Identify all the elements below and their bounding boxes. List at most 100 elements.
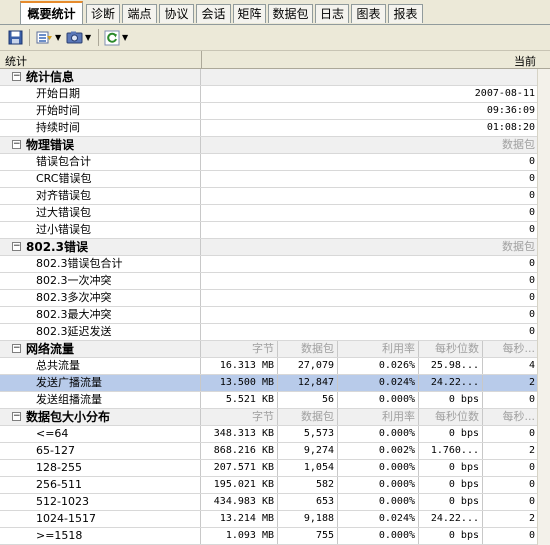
- section-8023-errors[interactable]: −802.3错误 数据包: [0, 239, 550, 256]
- save-button[interactable]: [8, 29, 23, 46]
- row-label: 总共流量: [36, 359, 80, 372]
- cell-bps: 0 bps: [419, 477, 483, 493]
- table-row[interactable]: 对齐错误包 0: [0, 188, 550, 205]
- stats-grid: − 统计信息 开始日期 2007-08-11 开始时间 09:36:09 持续时间…: [0, 69, 550, 545]
- cell-pps: 0: [528, 462, 535, 473]
- row-label: >=1518: [36, 529, 83, 542]
- row-value: 0: [528, 258, 535, 269]
- cell-bytes: 16.313 MB: [202, 358, 278, 374]
- cell-packets: 653: [278, 494, 338, 510]
- row-value: 0: [528, 224, 535, 235]
- vertical-scrollbar[interactable]: [537, 69, 550, 545]
- cell-bps: 25.98...: [419, 358, 483, 374]
- column-header-pps: 每秒...: [502, 342, 536, 355]
- snapshot-button[interactable]: ▼: [66, 29, 91, 46]
- table-row[interactable]: <=64 348.313 KB 5,573 0.000% 0 bps 0: [0, 426, 550, 443]
- cell-utilization: 0.024%: [338, 375, 419, 391]
- cell-bps: 24.22...: [419, 511, 483, 527]
- section-title: 802.3错误: [26, 240, 88, 254]
- row-label: 1024-1517: [36, 512, 96, 525]
- tab-summary-stats[interactable]: 概要统计: [20, 1, 83, 24]
- collapse-icon[interactable]: −: [12, 242, 21, 251]
- cell-utilization: 0.026%: [338, 358, 419, 374]
- cell-packets: 1,054: [278, 460, 338, 476]
- section-title: 数据包大小分布: [26, 410, 111, 424]
- column-header-bps: 每秒位数: [419, 341, 483, 357]
- cell-bytes: 1.093 MB: [202, 528, 278, 544]
- tab-matrix[interactable]: 矩阵: [233, 4, 266, 23]
- tab-charts[interactable]: 图表: [351, 4, 386, 23]
- cell-packets: 9,188: [278, 511, 338, 527]
- tab-packets[interactable]: 数据包: [268, 4, 313, 23]
- cell-utilization: 0.000%: [338, 460, 419, 476]
- section-packet-size-distribution[interactable]: − 数据包大小分布 字节 数据包 利用率 每秒位数 每秒...: [0, 409, 550, 426]
- table-row[interactable]: CRC错误包 0: [0, 171, 550, 188]
- table-row[interactable]: 1024-1517 13.214 MB 9,188 0.024% 24.22..…: [0, 511, 550, 528]
- table-row[interactable]: 65-127 868.216 KB 9,274 0.002% 1.760... …: [0, 443, 550, 460]
- column-header-current[interactable]: 当前: [514, 53, 536, 69]
- cell-bytes: 868.216 KB: [202, 443, 278, 459]
- table-row[interactable]: 802.3错误包合计 0: [0, 256, 550, 273]
- tab-endpoints[interactable]: 端点: [122, 4, 157, 23]
- table-row[interactable]: 开始时间 09:36:09: [0, 103, 550, 120]
- column-header: 统计 当前: [0, 51, 550, 69]
- table-row[interactable]: 持续时间 01:08:20: [0, 120, 550, 137]
- cell-packets: 582: [278, 477, 338, 493]
- table-row[interactable]: 512-1023 434.983 KB 653 0.000% 0 bps 0: [0, 494, 550, 511]
- tab-conversations[interactable]: 会话: [196, 4, 231, 23]
- section-stats-info[interactable]: − 统计信息: [0, 69, 550, 86]
- table-row[interactable]: 发送组播流量 5.521 KB 56 0.000% 0 bps 0: [0, 392, 550, 409]
- section-network-traffic[interactable]: − 网络流量 字节 数据包 利用率 每秒位数 每秒...: [0, 341, 550, 358]
- save-icon: [8, 30, 23, 45]
- table-row-selected[interactable]: 发送广播流量 13.500 MB 12,847 0.024% 24.22... …: [0, 375, 550, 392]
- table-row[interactable]: 过大错误包 0: [0, 205, 550, 222]
- table-row[interactable]: 802.3一次冲突 0: [0, 273, 550, 290]
- table-row[interactable]: 总共流量 16.313 MB 27,079 0.026% 25.98... 4: [0, 358, 550, 375]
- cell-bytes: 348.313 KB: [202, 426, 278, 442]
- row-label: 开始时间: [36, 104, 80, 117]
- tab-diagnosis[interactable]: 诊断: [86, 4, 120, 23]
- table-row[interactable]: 错误包合计 0: [0, 154, 550, 171]
- row-label: 802.3错误包合计: [36, 257, 123, 270]
- column-select-button[interactable]: ▼: [36, 29, 61, 46]
- section-physical-errors[interactable]: − 物理错误 数据包: [0, 137, 550, 154]
- refresh-button[interactable]: ▼: [104, 29, 128, 46]
- column-header-bytes: 字节: [202, 409, 278, 425]
- cell-packets: 9,274: [278, 443, 338, 459]
- table-row[interactable]: >=1518 1.093 MB 755 0.000% 0 bps 0: [0, 528, 550, 545]
- table-row[interactable]: 802.3最大冲突 0: [0, 307, 550, 324]
- tab-reports[interactable]: 报表: [388, 4, 423, 23]
- table-row[interactable]: 开始日期 2007-08-11: [0, 86, 550, 103]
- tab-log[interactable]: 日志: [315, 4, 349, 23]
- row-label: 持续时间: [36, 121, 80, 134]
- row-label: 过小错误包: [36, 223, 91, 236]
- table-row[interactable]: 802.3延迟发送 0: [0, 324, 550, 341]
- cell-bytes: 207.571 KB: [202, 460, 278, 476]
- cell-utilization: 0.024%: [338, 511, 419, 527]
- table-row[interactable]: 128-255 207.571 KB 1,054 0.000% 0 bps 0: [0, 460, 550, 477]
- column-header-packets: 数据包: [278, 409, 338, 425]
- tab-protocols[interactable]: 协议: [159, 4, 194, 23]
- table-row[interactable]: 过小错误包 0: [0, 222, 550, 239]
- row-value: 01:08:20: [486, 122, 535, 133]
- cell-bytes: 13.214 MB: [202, 511, 278, 527]
- collapse-icon[interactable]: −: [12, 412, 21, 421]
- collapse-icon[interactable]: −: [12, 140, 21, 149]
- row-label: <=64: [36, 427, 69, 440]
- row-value: 09:36:09: [486, 105, 535, 116]
- cell-bytes: 5.521 KB: [202, 392, 278, 408]
- cell-packets: 27,079: [278, 358, 338, 374]
- cell-bps: 1.760...: [419, 443, 483, 459]
- cell-utilization: 0.000%: [338, 528, 419, 544]
- table-row[interactable]: 256-511 195.021 KB 582 0.000% 0 bps 0: [0, 477, 550, 494]
- row-label: 256-511: [36, 478, 82, 491]
- cell-pps: 2: [528, 445, 535, 456]
- cell-pps: 0: [528, 394, 535, 405]
- cell-bytes: 434.983 KB: [202, 494, 278, 510]
- collapse-icon[interactable]: −: [12, 344, 21, 353]
- collapse-icon[interactable]: −: [12, 72, 21, 81]
- column-header-stat[interactable]: 统计: [5, 53, 27, 69]
- cell-packets: 755: [278, 528, 338, 544]
- table-row[interactable]: 802.3多次冲突 0: [0, 290, 550, 307]
- cell-bps: 0 bps: [419, 392, 483, 408]
